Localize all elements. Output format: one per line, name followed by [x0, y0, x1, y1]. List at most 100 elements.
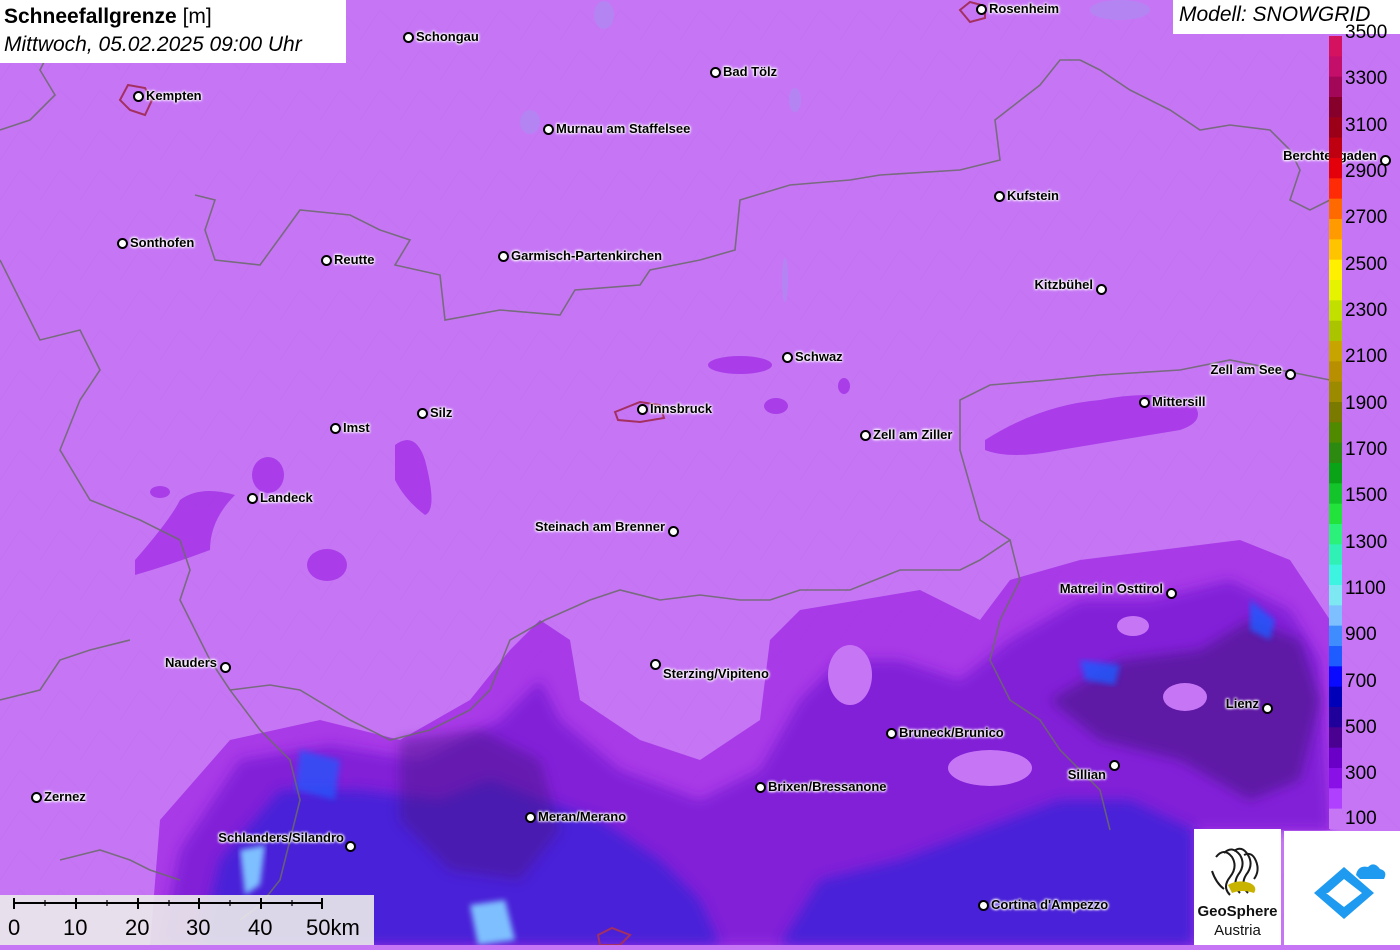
city-label: Schlanders/Silandro — [218, 830, 344, 845]
mountain-cloud-icon — [1314, 864, 1386, 919]
city-marker — [220, 662, 231, 673]
city-marker — [650, 659, 661, 670]
weather-app-logo[interactable] — [1284, 831, 1400, 945]
legend-label: 300 — [1345, 763, 1377, 784]
city-marker — [994, 191, 1005, 202]
legend-label: 3300 — [1345, 68, 1388, 89]
legend-swatch — [1329, 178, 1342, 200]
legend-label: 1900 — [1345, 393, 1388, 414]
legend-swatch — [1329, 280, 1342, 301]
city-label: Sonthofen — [130, 235, 195, 250]
city-label: Murnau am Staffelsee — [556, 121, 691, 136]
city-label: Imst — [343, 420, 370, 435]
legend-swatch — [1329, 463, 1342, 484]
scale-tick-20: 20 — [125, 915, 150, 940]
city-label: Sterzing/Vipiteno — [663, 666, 769, 681]
city-marker — [31, 792, 42, 803]
legend-label: 3500 — [1345, 22, 1388, 43]
legend-swatch — [1329, 686, 1342, 708]
city-label: Zell am Ziller — [873, 427, 953, 442]
city-marker — [417, 408, 428, 419]
legend-swatch — [1329, 524, 1342, 545]
city-marker — [860, 430, 871, 441]
legend-swatch — [1329, 768, 1342, 789]
city-label: Reutte — [334, 252, 375, 267]
scale-tick-30: 30 — [186, 915, 211, 940]
city-label: Steinach am Brenner — [534, 519, 665, 534]
legend-swatch — [1329, 747, 1342, 769]
city-marker — [1139, 397, 1150, 408]
legend-label: 2700 — [1345, 207, 1388, 228]
legend-label: 3100 — [1345, 115, 1388, 136]
legend-swatch — [1329, 422, 1342, 444]
city-label: Kufstein — [1007, 188, 1059, 203]
city-label: Sillian — [1067, 767, 1106, 782]
color-legend: 3500 3300 3100 2900 2700 2500 2300 2100 1900 1700… — [1329, 22, 1400, 829]
legend-swatch — [1329, 76, 1342, 98]
city-marker — [543, 124, 554, 135]
city-label: Garmisch-Partenkirchen — [511, 248, 663, 263]
legend-swatch — [1329, 788, 1342, 810]
legend-label: 700 — [1345, 671, 1377, 692]
city-marker — [710, 67, 721, 78]
legend-label: 1300 — [1345, 532, 1388, 553]
city-label: Zell am See — [1210, 362, 1282, 377]
map-title-box: Schneefallgrenze [m] Mittwoch, 05.02.202… — [0, 0, 346, 63]
geosphere-emblem-icon — [1211, 847, 1259, 896]
legend-swatch — [1329, 442, 1342, 464]
scale-tick-40: 40 — [248, 915, 273, 940]
legend-label: 1700 — [1345, 439, 1388, 460]
legend-swatch — [1329, 198, 1342, 220]
legend-swatch — [1329, 666, 1342, 688]
legend-swatch — [1329, 361, 1342, 383]
city-label: Bad Tölz — [723, 64, 778, 79]
city-marker — [133, 91, 144, 102]
legend-swatch — [1329, 137, 1342, 159]
legend-swatch — [1329, 117, 1342, 139]
title-unit: [m] — [182, 5, 212, 28]
legend-swatch — [1329, 259, 1342, 281]
legend-swatch — [1329, 585, 1342, 606]
legend-swatch — [1329, 503, 1342, 525]
legend-swatch — [1329, 97, 1342, 118]
city-marker — [1096, 284, 1107, 295]
snowfall-line-map[interactable] — [0, 0, 1400, 945]
legend-swatch — [1329, 300, 1342, 322]
city-marker — [782, 352, 793, 363]
city-label: Nauders — [164, 655, 217, 670]
legend-label: 500 — [1345, 717, 1377, 738]
legend-label: 2300 — [1345, 300, 1388, 321]
city-marker — [403, 32, 414, 43]
map-datetime: Mittwoch, 05.02.2025 09:00 Uhr — [4, 33, 302, 56]
legend-label: 2100 — [1345, 346, 1388, 367]
legend-swatch — [1329, 646, 1342, 667]
legend-label: 100 — [1345, 808, 1377, 829]
city-label: Matrei in Osttirol — [1059, 581, 1163, 596]
legend-swatch — [1329, 219, 1342, 240]
legend-swatch — [1329, 808, 1342, 829]
legend-swatch — [1329, 381, 1342, 403]
city-label: Brixen/Bressanone — [768, 779, 887, 794]
city-marker — [755, 782, 766, 793]
city-label: Schongau — [416, 29, 479, 44]
legend-swatch — [1329, 605, 1342, 627]
legend-swatch — [1329, 625, 1342, 647]
city-label: Zernez — [44, 789, 86, 804]
legend-swatch — [1329, 56, 1342, 78]
geosphere-austria-logo[interactable]: GeoSphere Austria — [1194, 829, 1281, 945]
legend-label: 2900 — [1345, 161, 1388, 182]
map-title: Schneefallgrenze [m] — [4, 3, 342, 31]
city-marker — [247, 493, 258, 504]
city-label: Silz — [430, 405, 453, 420]
city-marker — [1109, 760, 1120, 771]
title-parameter: Schneefallgrenze — [4, 5, 177, 28]
legend-swatch — [1329, 544, 1342, 566]
city-label: Schwaz — [795, 349, 843, 364]
legend-swatch — [1329, 341, 1342, 362]
city-label: Innsbruck — [650, 401, 713, 416]
legend-label: 1500 — [1345, 485, 1388, 506]
city-marker — [330, 423, 341, 434]
legend-swatch — [1329, 239, 1342, 261]
city-marker — [976, 4, 987, 15]
legend-label: 2500 — [1345, 254, 1388, 275]
